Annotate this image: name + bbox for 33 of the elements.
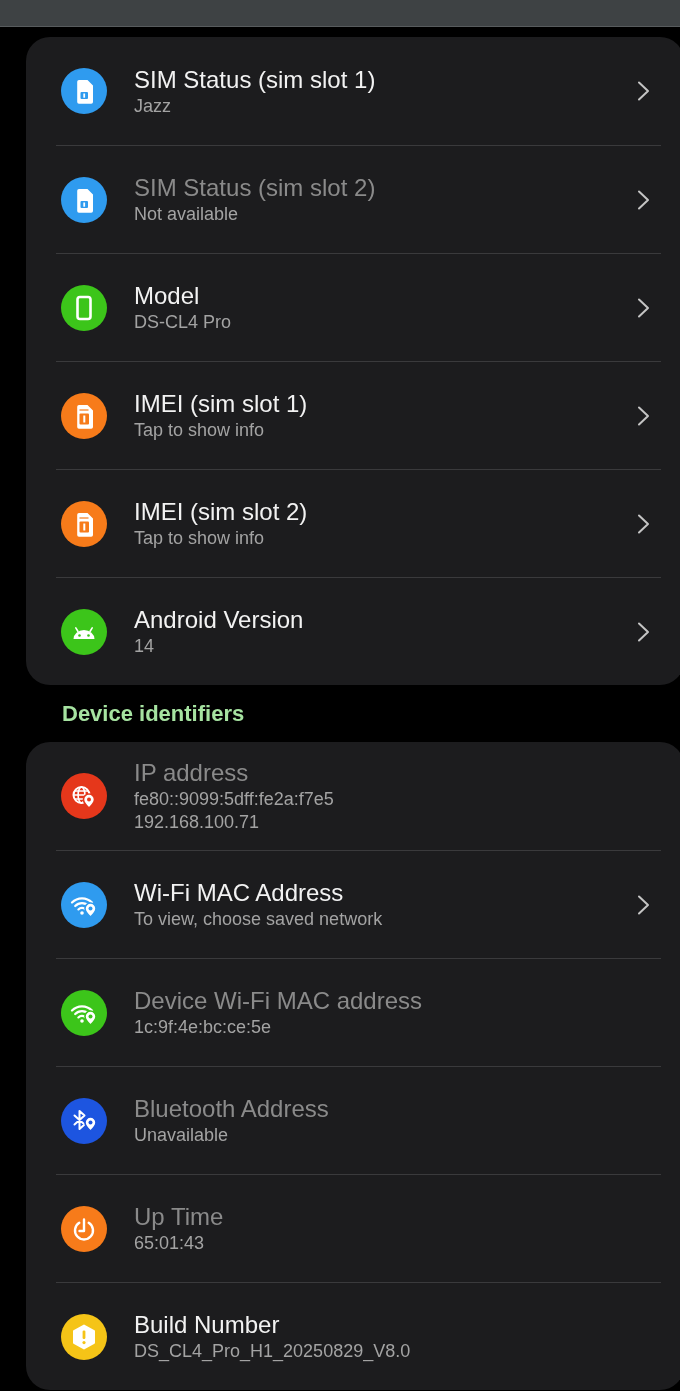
row-title: Wi-Fi MAC Address — [134, 878, 345, 908]
row-title: Android Version — [134, 605, 305, 635]
settings-row[interactable]: SIM Status (sim slot 1) Jazz — [56, 37, 661, 145]
row-subtitle: 192.168.100.71 — [134, 811, 261, 834]
section-heading: Device identifiers — [62, 700, 245, 727]
row-subtitle: 65:01:43 — [134, 1232, 206, 1255]
row-title: Bluetooth Address — [134, 1094, 330, 1124]
row-subtitle: DS-CL4 Pro — [134, 311, 233, 334]
row-subtitle: DS_CL4_Pro_H1_20250829_V8.0 — [134, 1340, 412, 1363]
row-title: IMEI (sim slot 1) — [134, 389, 309, 419]
row-subtitle: 14 — [134, 635, 156, 658]
settings-row[interactable]: Model DS-CL4 Pro — [56, 253, 661, 361]
row-subtitle: Not available — [134, 203, 240, 226]
row-subtitle: Jazz — [134, 94, 172, 118]
settings-row[interactable]: IMEI (sim slot 1) Tap to show info — [56, 361, 661, 469]
settings-row[interactable]: IMEI (sim slot 2) Tap to show info — [56, 469, 661, 577]
row-title: Device Wi-Fi MAC address — [134, 986, 424, 1016]
row-title: Up Time — [134, 1202, 225, 1232]
row-title: SIM Status (sim slot 2) — [134, 173, 377, 203]
row-subtitle: 1c:9f:4e:bc:ce:5e — [134, 1016, 273, 1039]
row-subtitle: To view, choose saved network — [134, 908, 384, 931]
row-title: SIM Status (sim slot 1) — [134, 64, 377, 95]
row-title: IP address — [134, 758, 250, 788]
row-subtitle: fe80::9099:5dff:fe2a:f7e5 — [134, 788, 335, 811]
row-subtitle: Tap to show info — [134, 527, 266, 550]
settings-row[interactable]: Wi-Fi MAC Address To view, choose saved network — [56, 850, 661, 958]
row-title: Model — [134, 281, 201, 311]
row-title: Build Number — [134, 1310, 281, 1340]
settings-row[interactable]: Android Version 14 — [56, 577, 661, 685]
settings-row[interactable]: Build Number DS_CL4_Pro_H1_20250829_V8.0 — [56, 1282, 661, 1390]
row-title: IMEI (sim slot 2) — [134, 497, 309, 527]
row-subtitle: Unavailable — [134, 1124, 230, 1147]
row-subtitle: Tap to show info — [134, 419, 266, 442]
